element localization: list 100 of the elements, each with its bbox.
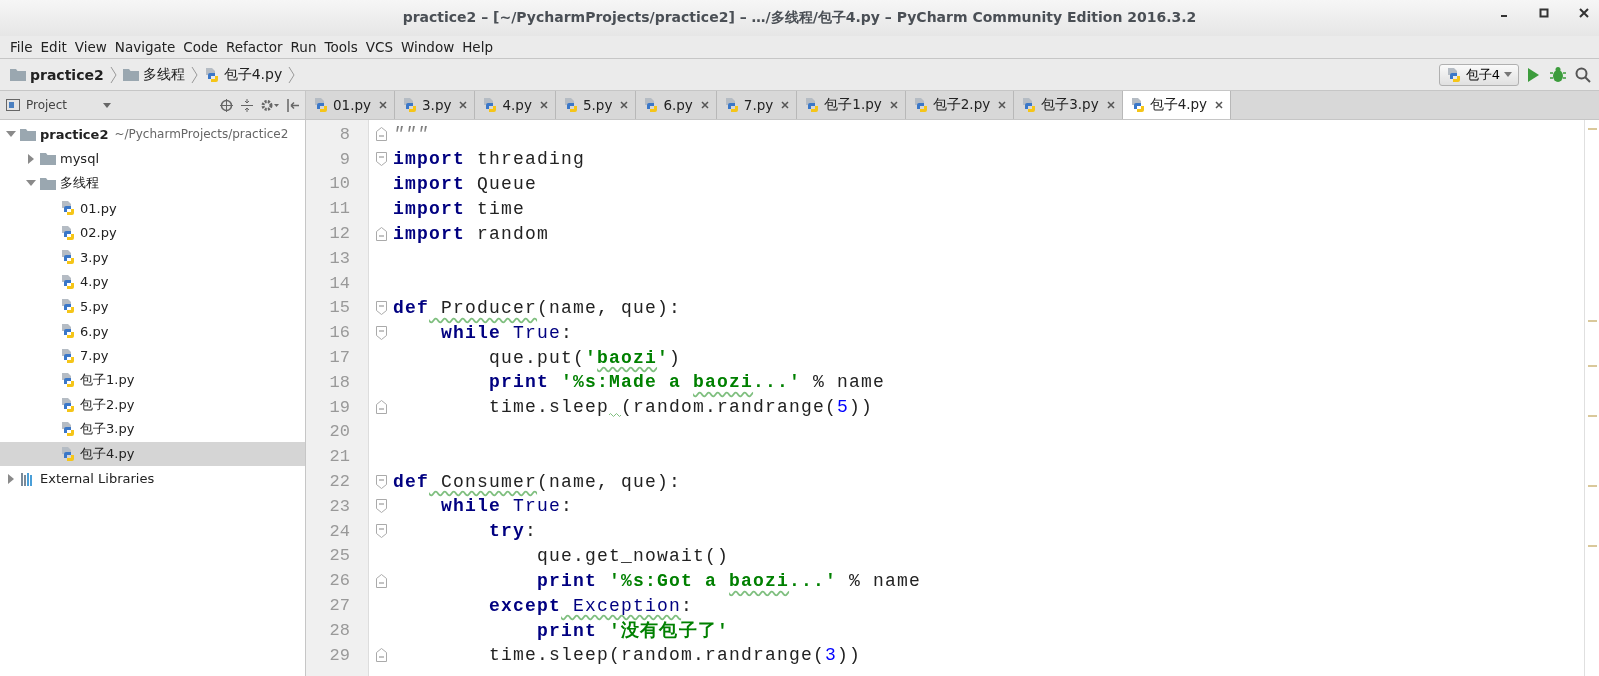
breadcrumb[interactable]: 多线程 <box>142 65 185 84</box>
code-line: time.sleep(random.randrange(3)) <box>488 645 862 666</box>
close-tab-icon[interactable] <box>998 101 1007 109</box>
collapse-all-icon[interactable] <box>241 98 253 112</box>
scrollbar[interactable] <box>1584 120 1599 676</box>
menu-item[interactable]: Refactor <box>221 39 287 55</box>
menu-item[interactable]: View <box>70 39 111 55</box>
folder-icon <box>122 68 139 81</box>
tree-item[interactable]: 7.py <box>0 343 305 368</box>
tree-item-label: 包子2.py <box>80 395 135 414</box>
fold-marker-icon[interactable] <box>375 573 387 588</box>
hide-panel-icon[interactable] <box>287 98 299 112</box>
line-number: 28 <box>329 620 350 640</box>
python-file-icon <box>60 421 76 438</box>
code-line: import threading <box>393 149 586 170</box>
tree-item[interactable]: mysql <box>0 146 305 172</box>
close-tab-icon[interactable] <box>620 101 629 109</box>
menu-item[interactable]: Run <box>286 39 321 55</box>
fold-marker-icon[interactable] <box>375 300 387 315</box>
menu-item[interactable]: Code <box>179 39 222 55</box>
bug-icon[interactable] <box>1549 65 1567 84</box>
python-file-icon <box>203 66 220 83</box>
locate-icon[interactable] <box>220 98 233 112</box>
project-path: ~/PycharmProjects/practice2 <box>114 127 289 142</box>
menu-item[interactable]: Help <box>458 39 497 55</box>
line-number: 27 <box>329 596 350 616</box>
line-number: 14 <box>329 273 350 293</box>
fold-marker-icon[interactable] <box>375 499 387 514</box>
panel-title[interactable]: Project <box>26 98 68 112</box>
python-file-icon <box>60 323 76 340</box>
line-number: 9 <box>339 149 350 169</box>
tree-item[interactable]: 02.py <box>0 220 305 245</box>
menu-item[interactable]: Tools <box>320 39 362 55</box>
line-number: 22 <box>329 472 350 492</box>
tree-item[interactable]: 包子3.py <box>0 417 305 442</box>
python-file-icon <box>643 97 660 113</box>
tree-item[interactable]: 包子4.py <box>0 441 305 467</box>
close-tab-icon[interactable] <box>1106 101 1115 109</box>
fold-marker-icon[interactable] <box>375 226 387 241</box>
close-tab-icon[interactable] <box>781 101 790 109</box>
search-icon[interactable] <box>1575 66 1591 83</box>
close-tab-icon[interactable] <box>1215 101 1224 109</box>
run-configuration-dropdown[interactable]: 包子4 <box>1438 63 1519 86</box>
tree-item-label: 包子1.py <box>80 371 135 390</box>
python-file-icon <box>482 97 499 113</box>
breadcrumb[interactable]: practice2 <box>30 66 104 83</box>
close-tab-icon[interactable] <box>379 101 388 109</box>
menu-item[interactable]: Window <box>396 39 459 55</box>
tree-item[interactable]: 多线程 <box>0 171 305 196</box>
close-tab-icon[interactable] <box>889 101 898 109</box>
expand-arrow-icon[interactable] <box>6 473 16 484</box>
python-file-icon <box>1445 66 1462 83</box>
run-icon[interactable] <box>1527 66 1541 83</box>
tree-item[interactable]: External Libraries <box>0 466 305 491</box>
tree-item-label: 5.py <box>80 298 109 314</box>
tree-item[interactable]: 3.py <box>0 244 305 270</box>
line-number: 12 <box>329 224 350 244</box>
maximize-icon[interactable] <box>1539 8 1549 18</box>
fold-marker-icon[interactable] <box>375 524 387 539</box>
tree-item[interactable]: 6.py <box>0 318 305 344</box>
menu-item[interactable]: Navigate <box>110 39 180 55</box>
fold-marker-icon[interactable] <box>375 152 387 167</box>
tree-item[interactable]: 包子2.py <box>0 392 305 418</box>
dropdown-caret-icon[interactable] <box>103 102 112 108</box>
code-line: import Queue <box>393 174 538 194</box>
python-file-icon <box>402 97 419 113</box>
tree-item[interactable]: practice2 ~/PycharmProjects/practice2 <box>0 122 305 147</box>
close-tab-icon[interactable] <box>459 101 468 109</box>
line-number: 29 <box>329 645 350 665</box>
menu-item[interactable]: Edit <box>36 39 71 55</box>
fold-marker-icon[interactable] <box>375 474 387 489</box>
breadcrumb[interactable]: 包子4.py <box>223 65 283 84</box>
line-number: 24 <box>329 521 350 541</box>
editor-tab[interactable]: 包子4.py <box>1122 91 1232 119</box>
code-line: que.put('baozi') <box>488 347 682 368</box>
fold-marker-icon[interactable] <box>375 400 387 415</box>
tree-item[interactable]: 5.py <box>0 294 305 319</box>
code-line: except Exception: <box>488 595 694 616</box>
tree-item-label: 6.py <box>80 323 109 339</box>
tree-item[interactable]: 4.py <box>0 269 305 295</box>
folder-icon <box>10 68 26 81</box>
fold-marker-icon[interactable] <box>375 325 387 340</box>
breadcrumb-separator-icon <box>190 65 198 84</box>
tree-item[interactable]: 包子1.py <box>0 367 305 393</box>
close-icon[interactable] <box>1579 8 1589 18</box>
python-file-icon <box>60 224 76 241</box>
expand-arrow-icon[interactable] <box>26 153 36 164</box>
close-tab-icon[interactable] <box>539 101 548 109</box>
settings-icon[interactable] <box>261 98 279 112</box>
fold-marker-icon[interactable] <box>375 127 387 142</box>
tree-item-label: 包子3.py <box>80 420 135 439</box>
menu-item[interactable]: VCS <box>361 39 397 55</box>
folder-icon <box>20 127 36 141</box>
fold-marker-icon[interactable] <box>375 648 387 663</box>
code-line: print '没有包子了' <box>536 620 730 643</box>
close-tab-icon[interactable] <box>700 101 709 109</box>
tree-item[interactable]: 01.py <box>0 195 305 221</box>
line-number: 21 <box>329 447 350 467</box>
line-number: 16 <box>329 323 350 343</box>
menu-item[interactable]: File <box>6 39 37 55</box>
